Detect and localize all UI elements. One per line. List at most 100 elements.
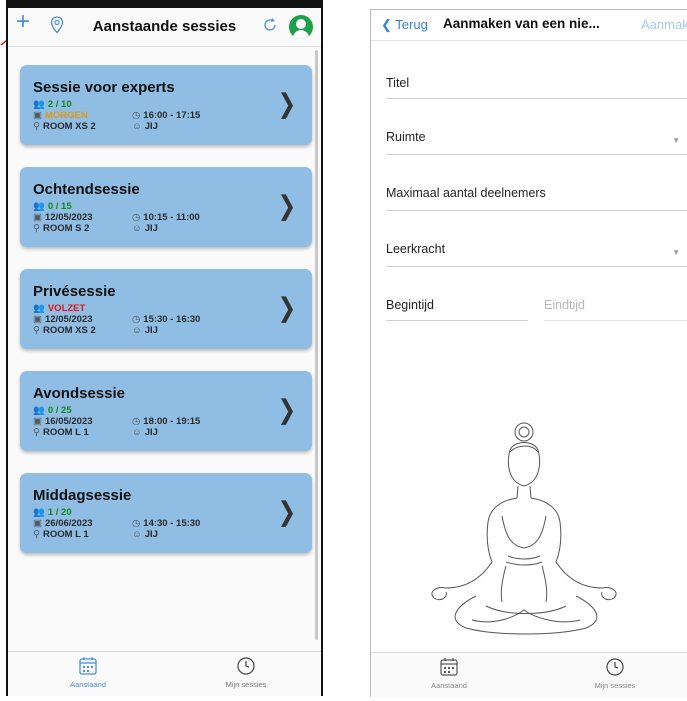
calendar-icon: ▣ bbox=[33, 416, 42, 427]
tab-my-sessions[interactable]: Mijn sessies bbox=[186, 656, 306, 689]
teacher-row: ☺ JIJ bbox=[132, 427, 158, 438]
location-pin-icon: ⚲ bbox=[33, 427, 40, 438]
people-icon: 👥 bbox=[33, 405, 45, 416]
participants-row: 👥 0 / 15 bbox=[33, 201, 72, 212]
end-time-field[interactable]: Eindtijd bbox=[544, 298, 687, 321]
max-participants-field[interactable]: Maximaal aantal deelnemers bbox=[386, 186, 687, 211]
upcoming-sessions-screen: + Aanstaande sessies Sessie voor experts… bbox=[6, 0, 323, 696]
teacher-row: ☺ JIJ bbox=[132, 121, 158, 132]
person-icon: ☺ bbox=[132, 223, 142, 234]
time-row: ◷ 15:30 - 16:30 bbox=[132, 314, 200, 325]
chevron-right-icon[interactable]: ❯ bbox=[278, 88, 296, 119]
scrollbar[interactable] bbox=[315, 50, 318, 640]
time-row: ◷ 16:00 - 17:15 bbox=[132, 110, 200, 121]
teacher-select-label: Leerkracht bbox=[386, 242, 446, 256]
person-icon: ☺ bbox=[132, 121, 142, 132]
clock-icon: ◷ bbox=[132, 518, 141, 529]
person-icon: ☺ bbox=[132, 427, 142, 438]
avatar[interactable] bbox=[289, 15, 313, 39]
session-title: Ochtendsessie bbox=[33, 181, 140, 198]
session-card[interactable]: Middagsessie 👥 1 / 20 ▣ 26/06/2023 ⚲ ROOM L… bbox=[20, 473, 312, 553]
title-field-label: Titel bbox=[386, 76, 410, 90]
session-title: Avondsessie bbox=[33, 385, 125, 402]
session-room: ROOM L 1 bbox=[42, 427, 89, 438]
session-card[interactable]: Sessie voor experts 👥 2 / 10 ▣ MORGEN ⚲ ROO… bbox=[20, 65, 312, 145]
calendar-icon: ▣ bbox=[33, 212, 42, 223]
participant-count: VOLZET bbox=[47, 303, 86, 314]
time-row: ◷ 18:00 - 19:15 bbox=[132, 416, 200, 427]
session-title: Sessie voor experts bbox=[33, 79, 175, 96]
session-room: ROOM S 2 bbox=[42, 223, 90, 234]
room-select-label: Ruimte bbox=[386, 130, 426, 144]
session-card[interactable]: Ochtendsessie 👥 0 / 15 ▣ 12/05/2023 ⚲ ROOM … bbox=[20, 167, 312, 247]
session-room: ROOM XS 2 bbox=[42, 121, 96, 132]
session-room: ROOM XS 2 bbox=[42, 325, 96, 336]
participant-count: 1 / 20 bbox=[47, 507, 72, 518]
tab-bar: Aanstaand Mijn sessies bbox=[8, 651, 321, 696]
create-session-screen: ❮ Terug Aanmaken van een nie... Aanmaken… bbox=[370, 9, 687, 697]
calendar-icon: ▣ bbox=[33, 518, 42, 529]
session-card[interactable]: Avondsessie 👥 0 / 25 ▣ 16/05/2023 ⚲ ROOM L … bbox=[20, 371, 312, 451]
session-date: 12/05/2023 bbox=[44, 212, 93, 223]
session-date: 16/05/2023 bbox=[44, 416, 93, 427]
session-date: 12/05/2023 bbox=[44, 314, 93, 325]
room-row: ⚲ ROOM L 1 bbox=[33, 427, 89, 438]
clock-icon: ◷ bbox=[132, 416, 141, 427]
room-row: ⚲ ROOM S 2 bbox=[33, 223, 89, 234]
people-icon: 👥 bbox=[33, 303, 45, 314]
tab-my-sessions[interactable]: Mijn sessies bbox=[555, 657, 675, 690]
teacher-select[interactable]: Leerkracht ▼ bbox=[386, 242, 687, 267]
header: ❮ Terug Aanmaken van een nie... Aanmaken bbox=[371, 10, 687, 41]
time-row: ◷ 10:15 - 11:00 bbox=[132, 212, 200, 223]
meditation-illustration bbox=[431, 422, 617, 635]
back-label: Terug bbox=[395, 17, 428, 32]
session-card[interactable]: Privésessie 👥 VOLZET ▣ 12/05/2023 ⚲ ROOM XS… bbox=[20, 269, 312, 349]
date-row: ▣ 26/06/2023 bbox=[33, 518, 93, 529]
start-time-field[interactable]: Begintijd bbox=[386, 298, 528, 321]
tab-upcoming-label: Aanstaand bbox=[70, 680, 106, 689]
clock-icon: ◷ bbox=[132, 110, 141, 121]
clock-icon bbox=[606, 658, 624, 676]
avatar-shoulders bbox=[293, 30, 309, 39]
create-button[interactable]: Aanmaken bbox=[641, 17, 687, 32]
tab-my-sessions-label: Mijn sessies bbox=[594, 681, 636, 690]
clock-icon: ◷ bbox=[132, 314, 141, 325]
time-row: ◷ 14:30 - 15:30 bbox=[132, 518, 200, 529]
calendar-icon: ▣ bbox=[33, 110, 42, 121]
avatar-head bbox=[296, 19, 306, 29]
tab-upcoming[interactable]: Aanstaand bbox=[28, 656, 148, 689]
chevron-right-icon[interactable]: ❯ bbox=[278, 496, 296, 527]
chevron-right-icon[interactable]: ❯ bbox=[278, 292, 296, 323]
date-row: ▣ MORGEN bbox=[33, 110, 88, 121]
clock-icon: ◷ bbox=[132, 212, 141, 223]
calendar-icon: ▣ bbox=[33, 314, 42, 325]
session-teacher: JIJ bbox=[144, 223, 158, 234]
back-button[interactable]: ❮ Terug bbox=[381, 17, 428, 33]
tab-my-sessions-label: Mijn sessies bbox=[225, 680, 267, 689]
refresh-icon[interactable] bbox=[261, 16, 279, 38]
people-icon: 👥 bbox=[33, 99, 45, 110]
start-time-label: Begintijd bbox=[386, 298, 434, 312]
session-date: 26/06/2023 bbox=[44, 518, 93, 529]
teacher-row: ☺ JIJ bbox=[132, 223, 158, 234]
location-pin-icon: ⚲ bbox=[33, 121, 40, 132]
tab-bar: Aanstaand Mijn sessies bbox=[371, 652, 687, 697]
room-row: ⚲ ROOM XS 2 bbox=[33, 121, 96, 132]
participant-count: 0 / 15 bbox=[47, 201, 72, 212]
tab-upcoming[interactable]: Aanstaand bbox=[389, 657, 509, 690]
calendar-icon bbox=[440, 658, 458, 676]
session-list: Sessie voor experts 👥 2 / 10 ▣ MORGEN ⚲ ROO… bbox=[20, 65, 312, 575]
people-icon: 👥 bbox=[33, 507, 45, 518]
location-pin-icon: ⚲ bbox=[33, 223, 40, 234]
end-time-label: Eindtijd bbox=[544, 298, 585, 312]
chevron-right-icon[interactable]: ❯ bbox=[278, 190, 296, 221]
date-row: ▣ 16/05/2023 bbox=[33, 416, 93, 427]
person-icon: ☺ bbox=[132, 529, 142, 540]
title-field[interactable]: Titel bbox=[386, 76, 687, 99]
tab-upcoming-label: Aanstaand bbox=[431, 681, 467, 690]
chevron-right-icon[interactable]: ❯ bbox=[278, 394, 296, 425]
participant-count: 2 / 10 bbox=[47, 99, 72, 110]
teacher-row: ☺ JIJ bbox=[132, 325, 158, 336]
room-select[interactable]: Ruimte ▼ bbox=[386, 130, 687, 155]
participant-count: 0 / 25 bbox=[47, 405, 72, 416]
